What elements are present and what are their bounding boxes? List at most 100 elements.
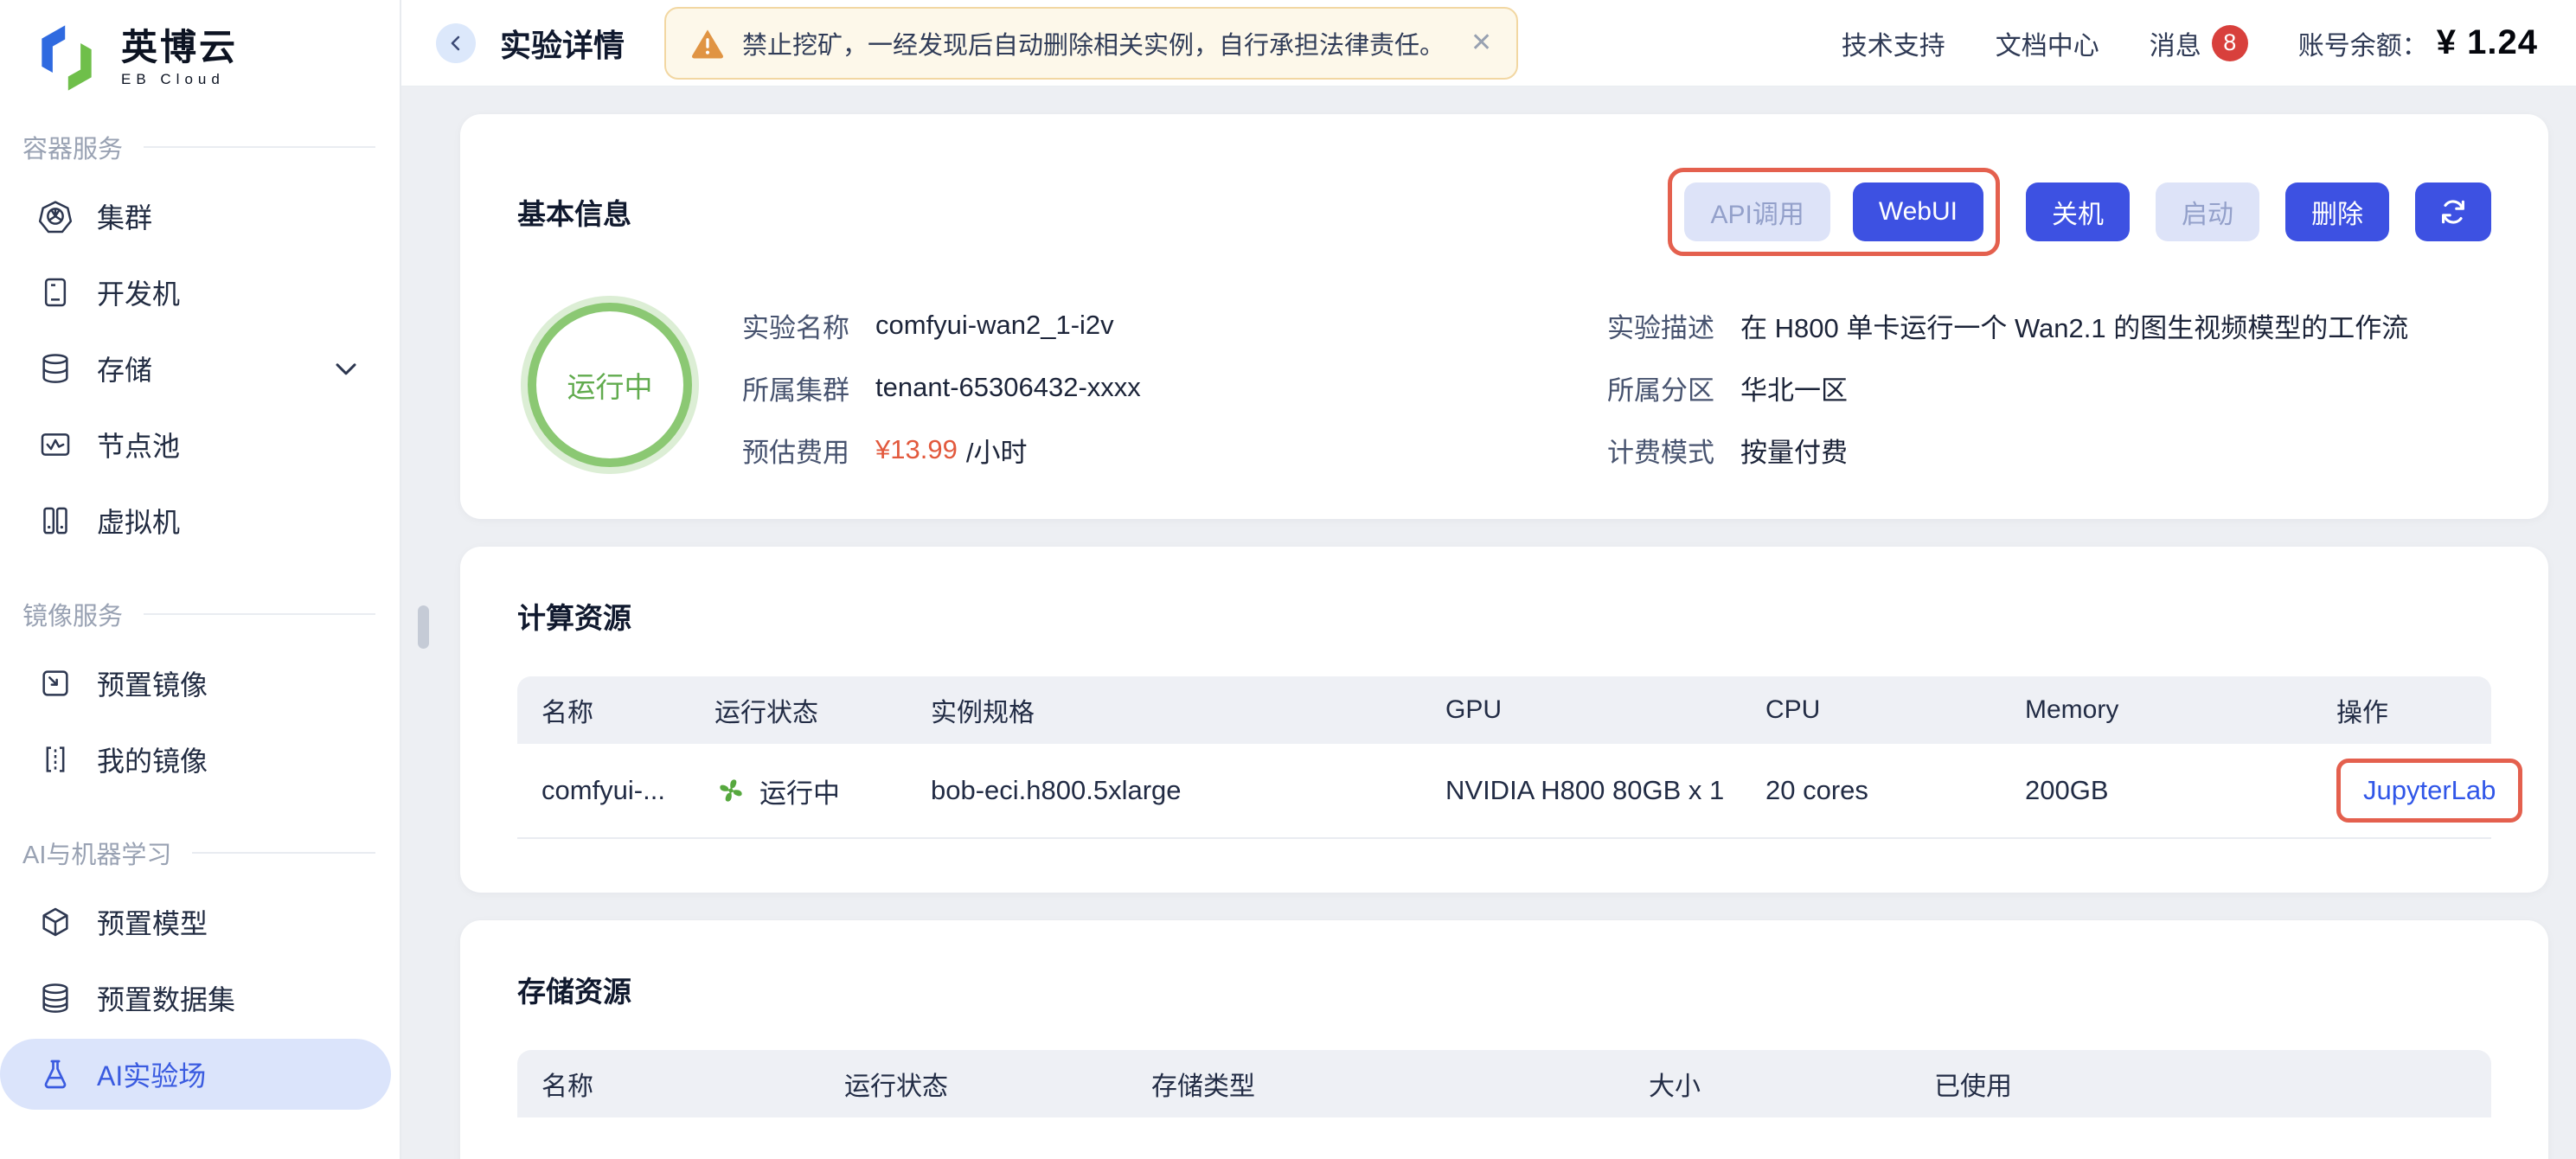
- content-area: 基本信息 API调用 WebUI 关机 启动 删除: [401, 86, 2576, 1159]
- sidebar-section-ai: AI与机器学习 预置模型: [0, 836, 400, 1110]
- brand-subtitle: EB Cloud: [121, 71, 238, 88]
- sidebar-item-label: 我的镜像: [97, 740, 208, 779]
- price-value: ¥13.99: [875, 434, 958, 465]
- sidebar-item-label: AI实验场: [97, 1054, 206, 1094]
- sidebar-item-label: 预置数据集: [97, 978, 235, 1018]
- cell-gpu: NVIDIA H800 80GB x 1: [1421, 775, 1741, 806]
- sidebar-item-label: 开发机: [97, 272, 180, 312]
- jupyterlab-link[interactable]: JupyterLab: [2363, 775, 2496, 806]
- basic-info-title: 基本信息: [517, 191, 631, 233]
- nav-doc-center[interactable]: 文档中心: [1996, 24, 2099, 62]
- field-experiment-name: 实验名称 comfyui-wan2_1-i2v: [742, 294, 1607, 356]
- sidebar-item-storage[interactable]: 存储: [0, 330, 400, 407]
- sidebar-item-my-images[interactable]: 我的镜像: [0, 721, 400, 797]
- dataset-icon: [38, 981, 73, 1015]
- annotation-highlight-box: API调用 WebUI: [1668, 168, 2000, 256]
- account-balance: 账号余额： ¥ 1.24: [2298, 23, 2538, 62]
- fan-running-icon: [714, 774, 747, 807]
- delete-button[interactable]: 删除: [2285, 182, 2389, 241]
- close-icon[interactable]: ✕: [1471, 28, 1492, 58]
- compute-resources-card: 计算资源 名称 运行状态 实例规格 GPU CPU Memory 操作 comf…: [460, 547, 2548, 893]
- compute-table-row: comfyui-... 运行中 bob-eci.h800.5xla: [517, 744, 2491, 839]
- warning-triangle-icon: [690, 26, 725, 61]
- devbox-icon: [38, 275, 73, 310]
- cell-memory: 200GB: [2001, 775, 2312, 806]
- compute-resources-title: 计算资源: [517, 595, 2491, 637]
- section-divider: [192, 852, 375, 854]
- chevron-down-icon: [329, 351, 363, 386]
- storage-table: 名称 运行状态 存储类型 大小 已使用: [517, 1050, 2491, 1159]
- kubernetes-icon: [38, 199, 73, 234]
- brand-name: 英博云: [121, 28, 238, 67]
- annotation-highlight-box: JupyterLab: [2336, 759, 2522, 823]
- chevron-left-icon: [444, 31, 468, 55]
- page-title: 实验详情: [500, 21, 625, 66]
- field-cluster: 所属集群 tenant-65306432-xxxx: [742, 356, 1607, 419]
- cell-instance-spec: bob-eci.h800.5xlarge: [907, 775, 1421, 806]
- preset-image-icon: [38, 666, 73, 701]
- price-unit: /小时: [966, 431, 1028, 470]
- section-label: 镜像服务: [22, 596, 123, 632]
- sidebar-item-cluster[interactable]: 集群: [0, 178, 400, 254]
- field-region: 所属分区 华北一区: [1607, 356, 2408, 419]
- nodepool-icon: [38, 427, 73, 462]
- scrollbar-thumb[interactable]: [418, 605, 429, 649]
- cell-run-status: 运行中: [690, 772, 907, 810]
- cell-instance-name: comfyui-...: [517, 775, 690, 806]
- compute-table-header: 名称 运行状态 实例规格 GPU CPU Memory 操作: [517, 676, 2491, 744]
- nav-tech-support[interactable]: 技术支持: [1842, 24, 1945, 62]
- storage-resources-title: 存储资源: [517, 969, 2491, 1010]
- sidebar-section-container: 容器服务 集群: [0, 130, 400, 559]
- shutdown-button[interactable]: 关机: [2026, 182, 2130, 241]
- section-divider: [144, 146, 375, 148]
- brand-cube-icon: [29, 21, 104, 95]
- app-root: 英博云 EB Cloud 容器服务 集群: [0, 0, 2576, 1159]
- warning-banner-text: 禁止挖矿，一经发现后自动删除相关实例，自行承担法律责任。: [742, 25, 1445, 61]
- sidebar-item-preset-datasets[interactable]: 预置数据集: [0, 960, 400, 1036]
- topbar-nav: 技术支持 文档中心 消息 8 账号余额： ¥ 1.24: [1842, 23, 2538, 62]
- status-ring: 运行中: [528, 303, 692, 467]
- sidebar-item-label: 虚拟机: [97, 501, 180, 541]
- main-area: 实验详情 禁止挖矿，一经发现后自动删除相关实例，自行承担法律责任。 ✕ 技术支持…: [401, 0, 2576, 1159]
- api-call-button[interactable]: API调用: [1684, 182, 1829, 241]
- sidebar-item-preset-images[interactable]: 预置镜像: [0, 645, 400, 721]
- field-description: 实验描述 在 H800 单卡运行一个 Wan2.1 的图生视频模型的工作流: [1607, 294, 2408, 356]
- model-cube-icon: [38, 905, 73, 939]
- sidebar-item-label: 存储: [97, 349, 152, 388]
- status-text: 运行中: [567, 364, 653, 406]
- section-divider: [144, 613, 375, 615]
- sidebar-item-label: 预置镜像: [97, 663, 208, 703]
- basic-info-card: 基本信息 API调用 WebUI 关机 启动 删除: [460, 114, 2548, 519]
- info-column-right: 实验描述 在 H800 单卡运行一个 Wan2.1 的图生视频模型的工作流 所属…: [1607, 294, 2408, 481]
- storage-table-row: [517, 1117, 2491, 1159]
- sidebar-item-nodepool[interactable]: 节点池: [0, 407, 400, 483]
- webui-button[interactable]: WebUI: [1853, 182, 1983, 241]
- sidebar-item-preset-models[interactable]: 预置模型: [0, 884, 400, 960]
- start-button[interactable]: 启动: [2156, 182, 2259, 241]
- sidebar-item-devbox[interactable]: 开发机: [0, 254, 400, 330]
- message-count-badge: 8: [2212, 25, 2248, 61]
- brand-logo[interactable]: 英博云 EB Cloud: [0, 0, 400, 95]
- flask-icon: [38, 1057, 73, 1092]
- balance-value: ¥ 1.24: [2437, 23, 2538, 62]
- field-estimated-cost: 预估费用 ¥13.99 /小时: [742, 419, 1607, 481]
- balance-label: 账号余额：: [2298, 24, 2428, 62]
- refresh-button[interactable]: [2415, 182, 2491, 241]
- action-buttons: API调用 WebUI 关机 启动 删除: [1668, 168, 2491, 256]
- warning-banner: 禁止挖矿，一经发现后自动删除相关实例，自行承担法律责任。 ✕: [664, 7, 1518, 80]
- sidebar-section-images: 镜像服务 预置镜像 我的镜像: [0, 597, 400, 797]
- refresh-icon: [2437, 195, 2470, 228]
- storage-table-header: 名称 运行状态 存储类型 大小 已使用: [517, 1050, 2491, 1117]
- sidebar: 英博云 EB Cloud 容器服务 集群: [0, 0, 401, 1159]
- nav-messages-label: 消息: [2150, 24, 2201, 62]
- nav-messages[interactable]: 消息 8: [2150, 24, 2248, 62]
- topbar: 实验详情 禁止挖矿，一经发现后自动删除相关实例，自行承担法律责任。 ✕ 技术支持…: [401, 0, 2576, 86]
- compute-table: 名称 运行状态 实例规格 GPU CPU Memory 操作 comfyui-.…: [517, 676, 2491, 839]
- sidebar-item-ai-playground[interactable]: AI实验场: [0, 1039, 391, 1110]
- sidebar-item-vm[interactable]: 虚拟机: [0, 483, 400, 559]
- back-button[interactable]: [436, 23, 476, 63]
- my-image-icon: [38, 742, 73, 777]
- info-column-left: 实验名称 comfyui-wan2_1-i2v 所属集群 tenant-6530…: [742, 294, 1607, 481]
- sidebar-item-label: 集群: [97, 196, 152, 236]
- sidebar-item-label: 预置模型: [97, 902, 208, 942]
